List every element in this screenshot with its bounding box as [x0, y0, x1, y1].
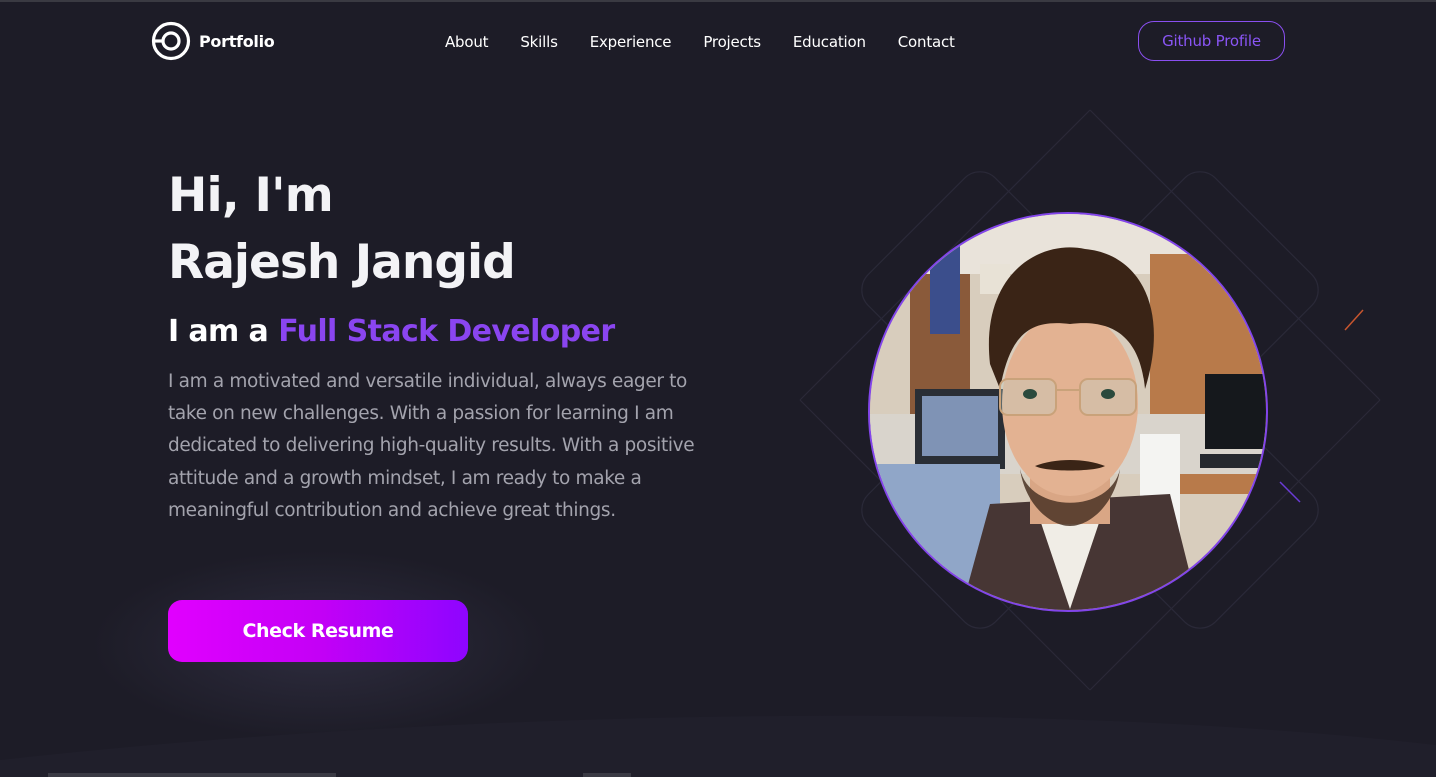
- role-title: Full Stack Developer: [278, 314, 615, 349]
- role-prefix: I am a: [168, 314, 269, 349]
- hero-name: Rajesh Jangid: [168, 235, 516, 290]
- navbar: Portfolio About Skills Experience Projec…: [0, 2, 1436, 82]
- nav-link-experience[interactable]: Experience: [590, 31, 672, 53]
- hero-role: I am a Full Stack Developer: [168, 312, 615, 352]
- check-resume-button[interactable]: Check Resume: [168, 600, 468, 662]
- github-profile-button[interactable]: Github Profile: [1138, 21, 1285, 61]
- nav-link-projects[interactable]: Projects: [703, 31, 761, 53]
- profile-photo: [868, 212, 1268, 612]
- logo-link[interactable]: Portfolio: [151, 21, 275, 61]
- nav-link-skills[interactable]: Skills: [520, 31, 558, 53]
- hero-description: I am a motivated and versatile individua…: [168, 371, 695, 521]
- logo-text: Portfolio: [199, 31, 275, 51]
- nav-link-contact[interactable]: Contact: [898, 31, 955, 53]
- section-divider-curve: [0, 715, 1436, 777]
- portfolio-page: Portfolio About Skills Experience Projec…: [0, 0, 1436, 777]
- portfolio-logo-icon: [151, 21, 191, 61]
- nav-link-about[interactable]: About: [445, 31, 489, 53]
- profile-photo-illustration: [870, 214, 1266, 610]
- nav-links: About Skills Experience Projects Educati…: [445, 31, 955, 53]
- nav-link-education[interactable]: Education: [793, 31, 866, 53]
- hero-greeting: Hi, I'm: [168, 168, 334, 223]
